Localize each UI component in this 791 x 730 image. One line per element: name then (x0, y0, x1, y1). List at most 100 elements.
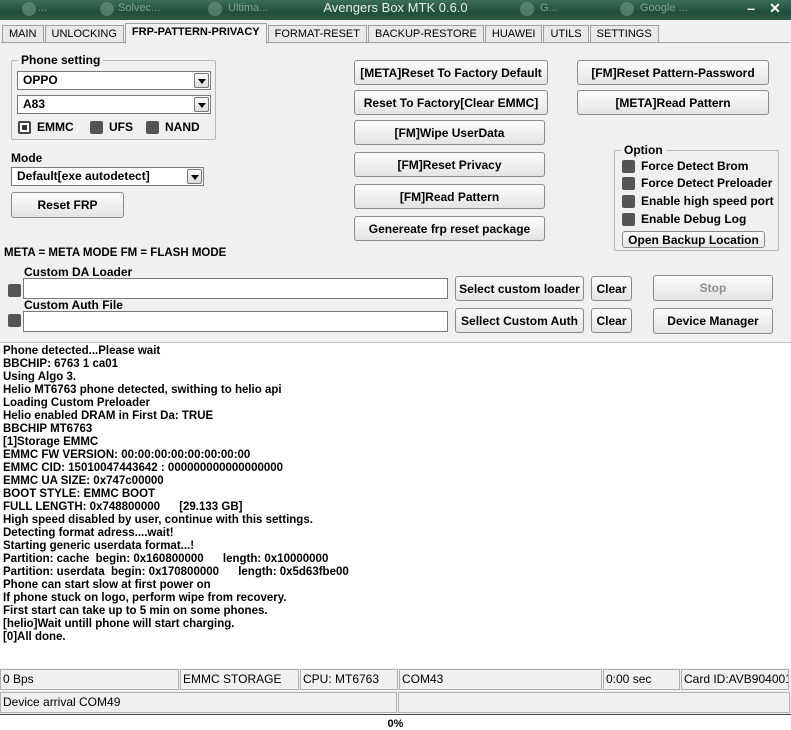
reset-factory-emmc-button[interactable]: Reset To Factory[Clear EMMC] (354, 90, 548, 115)
fm-wipe-userdata-button[interactable]: [FM]Wipe UserData (354, 120, 545, 145)
tab-frp-pattern-privacy[interactable]: FRP-PATTERN-PRIVACY (124, 23, 267, 44)
app-icon (520, 2, 534, 16)
fm-reset-pattern-password-button[interactable]: [FM]Reset Pattern-Password (577, 60, 769, 85)
log-line: FULL LENGTH: 0x748800000 [29.133 GB] (3, 501, 243, 513)
select-custom-auth-button[interactable]: Sellect Custom Auth (455, 308, 584, 333)
checkbox-icon[interactable] (622, 194, 635, 208)
storage-ufs-radio[interactable]: UFS (90, 120, 133, 134)
tab-backup-restore[interactable]: BACKUP-RESTORE (368, 25, 484, 43)
fm-reset-privacy-button[interactable]: [FM]Reset Privacy (354, 152, 545, 177)
checkbox-icon[interactable] (622, 159, 635, 173)
log-line: Loading Custom Preloader (3, 397, 150, 409)
status-bar: 0 Bps EMMC STORAGE CPU: MT6763 COM43 0:0… (0, 669, 791, 690)
tab-unlocking[interactable]: UNLOCKING (44, 25, 124, 43)
close-icon[interactable]: ✕ (764, 1, 786, 17)
meta-reset-factory-button[interactable]: [META]Reset To Factory Default (354, 60, 548, 85)
tab-settings[interactable]: SETTINGS (589, 25, 659, 43)
mode-label: Mode (11, 151, 43, 165)
status-message: Device arrival COM49 (0, 692, 397, 713)
open-backup-location-button[interactable]: Open Backup Location (622, 231, 765, 248)
log-line: Partition: cache begin: 0x160800000 leng… (3, 553, 329, 565)
phone-setting-legend: Phone setting (18, 53, 104, 67)
mode-select[interactable]: Default[exe autodetect] (11, 167, 204, 186)
log-line: [helio]Wait untill phone will start char… (3, 618, 235, 630)
progress-text: 0% (387, 718, 404, 730)
fm-read-pattern-button[interactable]: [FM]Read Pattern (354, 184, 545, 209)
status-cpu: CPU: MT6763 (300, 669, 398, 690)
brand-value: OPPO (23, 73, 58, 87)
log-line: Partition: userdata begin: 0x170800000 l… (3, 566, 349, 578)
log-line: BBCHIP MT6763 (3, 423, 93, 435)
stop-button[interactable]: Stop (653, 275, 773, 301)
log-line: Detecting format adress....wait! (3, 527, 174, 539)
tab-huawei[interactable]: HUAWEI (484, 25, 543, 43)
force-detect-preloader-checkbox[interactable]: Force Detect Preloader (622, 176, 772, 190)
checkbox-icon[interactable] (622, 176, 635, 190)
log-line: EMMC FW VERSION: 00:00:00:00:00:00:00:00 (3, 449, 251, 461)
log-line: EMMC UA SIZE: 0x747c00000 (3, 475, 164, 487)
log-line: Phone can start slow at first power on (3, 579, 211, 591)
log-line: [0]All done. (3, 631, 66, 643)
model-select[interactable]: A83 (17, 95, 211, 114)
enable-high-speed-label: Enable high speed port (641, 194, 774, 208)
log-output[interactable]: Phone detected...Please wait BBCHIP: 6763… (0, 342, 791, 668)
custom-da-input[interactable] (23, 278, 448, 299)
clear-loader-button[interactable]: Clear (591, 276, 632, 301)
radio-icon[interactable] (90, 120, 103, 134)
clear-auth-button[interactable]: Clear (591, 308, 632, 333)
log-line: BBCHIP: 6763 1 ca01 (3, 358, 119, 370)
storage-nand-radio[interactable]: NAND (146, 120, 200, 134)
custom-auth-label: Custom Auth File (24, 298, 123, 312)
progress-bar: 0% (0, 714, 791, 730)
tab-utils[interactable]: UTILS (543, 25, 589, 43)
storage-emmc-label: EMMC (37, 120, 74, 134)
force-detect-brom-checkbox[interactable]: Force Detect Brom (622, 159, 748, 173)
tab-main[interactable]: MAIN (2, 25, 44, 43)
log-line: [1]Storage EMMC (3, 436, 99, 448)
select-custom-loader-button[interactable]: Select custom loader (455, 276, 584, 301)
storage-nand-label: NAND (165, 120, 200, 134)
log-line: High speed disabled by user, continue wi… (3, 514, 313, 526)
tab-strip: MAIN UNLOCKING FRP-PATTERN-PRIVACY FORMA… (2, 23, 660, 44)
enable-debug-log-checkbox[interactable]: Enable Debug Log (622, 212, 746, 226)
log-line: Helio MT6763 phone detected, swithing to… (3, 384, 282, 396)
minimize-icon[interactable]: – (740, 1, 762, 17)
storage-ufs-label: UFS (109, 120, 133, 134)
reset-frp-button[interactable]: Reset FRP (11, 192, 124, 218)
radio-checked-icon[interactable] (18, 120, 31, 134)
custom-da-checkbox[interactable] (8, 284, 21, 297)
enable-debug-log-label: Enable Debug Log (641, 212, 747, 226)
tab-format-reset[interactable]: FORMAT-RESET (267, 25, 367, 43)
brand-select[interactable]: OPPO (17, 71, 211, 90)
mode-value: Default[exe autodetect] (17, 169, 150, 183)
log-line: Phone detected...Please wait (3, 345, 161, 357)
log-line: EMMC CID: 15010047443642 : 0000000000000… (3, 462, 284, 474)
log-line: BOOT STYLE: EMMC BOOT (3, 488, 156, 500)
title-bar: ... Solvec... Ultima... Avengers Box MTK… (0, 0, 791, 20)
enable-high-speed-checkbox[interactable]: Enable high speed port (622, 194, 774, 208)
option-legend: Option (621, 143, 666, 157)
force-detect-preloader-label: Force Detect Preloader (641, 176, 773, 190)
force-detect-brom-label: Force Detect Brom (641, 159, 749, 173)
model-value: A83 (23, 97, 46, 111)
radio-icon[interactable] (146, 120, 159, 134)
storage-emmc-radio[interactable]: EMMC (18, 120, 74, 134)
status-message-extra (398, 692, 790, 713)
checkbox-icon[interactable] (622, 212, 635, 226)
chevron-down-icon[interactable] (194, 73, 209, 88)
ghost-tab-5: Google ... (640, 2, 688, 14)
log-line: First start can take up to 5 min on some… (3, 605, 268, 617)
mode-legend-note: META = META MODE FM = FLASH MODE (4, 247, 227, 259)
status-speed: 0 Bps (0, 669, 179, 690)
log-line: If phone stuck on logo, perform wipe fro… (3, 592, 287, 604)
log-line: Helio enabled DRAM in First Da: TRUE (3, 410, 214, 422)
device-manager-button[interactable]: Device Manager (653, 308, 773, 334)
custom-auth-checkbox[interactable] (8, 314, 21, 327)
generate-frp-package-button[interactable]: Genereate frp reset package (354, 216, 545, 241)
status-storage: EMMC STORAGE (180, 669, 299, 690)
chevron-down-icon[interactable] (187, 169, 202, 184)
chevron-down-icon[interactable] (194, 97, 209, 112)
status-card-id: Card ID:AVB9040010 (681, 669, 789, 690)
meta-read-pattern-button[interactable]: [META]Read Pattern (577, 90, 769, 115)
custom-auth-input[interactable] (23, 311, 448, 332)
